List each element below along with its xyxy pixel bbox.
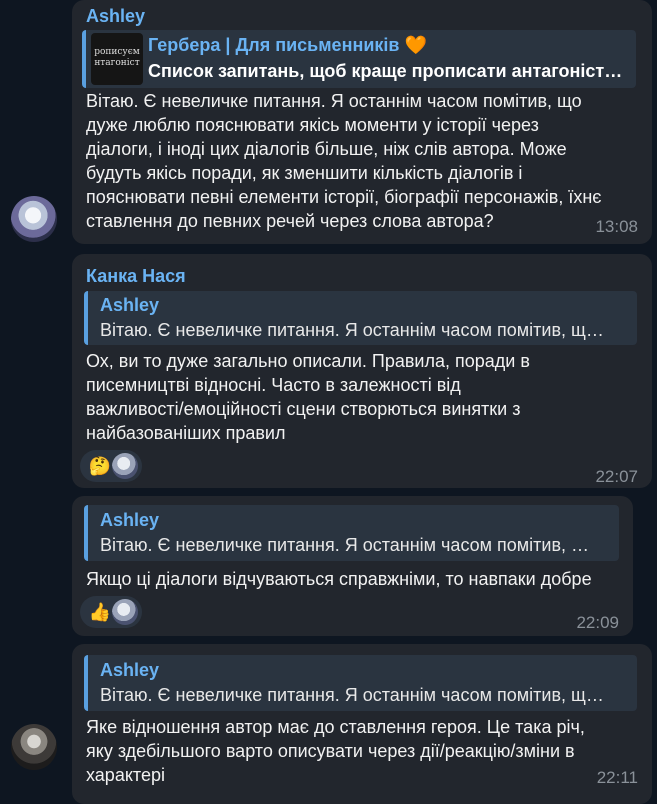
message-text: Вітаю. Є невеличке питання. Я останнім ч…: [86, 91, 602, 231]
message-time: 22:07: [595, 467, 638, 486]
reply-text: Вітаю. Є невеличке питання. Я останнім ч…: [100, 320, 604, 340]
sender-name[interactable]: Ashley: [86, 6, 145, 27]
message-time: 22:11: [596, 768, 638, 787]
channel-name: Гербера | Для письменників 🧡: [148, 35, 427, 55]
message-time: 22:09: [576, 613, 619, 632]
message-bubble[interactable]: Ashley рописуєм нтагоніст Гербера | Для …: [72, 0, 652, 244]
reactor-avatar: [112, 599, 138, 625]
avatar[interactable]: [11, 196, 57, 242]
message-text: Ох, ви то дуже загально описали. Правила…: [86, 351, 530, 443]
message-time: 13:08: [595, 217, 638, 236]
message-text: Яке відношення автор має до ставлення ге…: [86, 717, 585, 785]
reply-quote[interactable]: Ashley Вітаю. Є невеличке питання. Я ост…: [84, 505, 619, 561]
reply-author: Ashley: [100, 510, 160, 530]
message-bubble[interactable]: Ashley Вітаю. Є невеличке питання. Я ост…: [72, 496, 633, 636]
post-thumbnail: рописуєм нтагоніст: [91, 33, 143, 85]
forwarded-post[interactable]: рописуєм нтагоніст Гербера | Для письмен…: [82, 30, 636, 88]
thinking-face-icon: 🤔: [88, 456, 112, 476]
reaction-thinking[interactable]: 🤔: [80, 450, 142, 482]
post-title: Список запитань, щоб краще прописати ант…: [148, 61, 623, 81]
reply-quote[interactable]: Ashley Вітаю. Є невеличке питання. Я ост…: [84, 655, 637, 711]
thumbs-up-icon: 👍: [88, 602, 112, 622]
message-bubble[interactable]: Канка Нася Ashley Вітаю. Є невеличке пит…: [72, 254, 652, 488]
reply-quote[interactable]: Ashley Вітаю. Є невеличке питання. Я ост…: [84, 291, 637, 345]
reply-author: Ashley: [100, 295, 160, 315]
avatar[interactable]: [11, 724, 57, 770]
sender-name[interactable]: Канка Нася: [86, 266, 186, 287]
orange-heart-icon: 🧡: [404, 35, 427, 55]
reactor-avatar: [112, 453, 138, 479]
reply-text: Вітаю. Є невеличке питання. Я останнім ч…: [100, 535, 590, 555]
message-text: Якщо ці діалоги відчуваються справжніми,…: [86, 569, 592, 589]
reply-text: Вітаю. Є невеличке питання. Я останнім ч…: [100, 685, 604, 705]
reaction-thumbs-up[interactable]: 👍: [80, 596, 142, 628]
reply-author: Ashley: [100, 660, 160, 680]
message-bubble[interactable]: Ashley Вітаю. Є невеличке питання. Я ост…: [72, 644, 652, 804]
